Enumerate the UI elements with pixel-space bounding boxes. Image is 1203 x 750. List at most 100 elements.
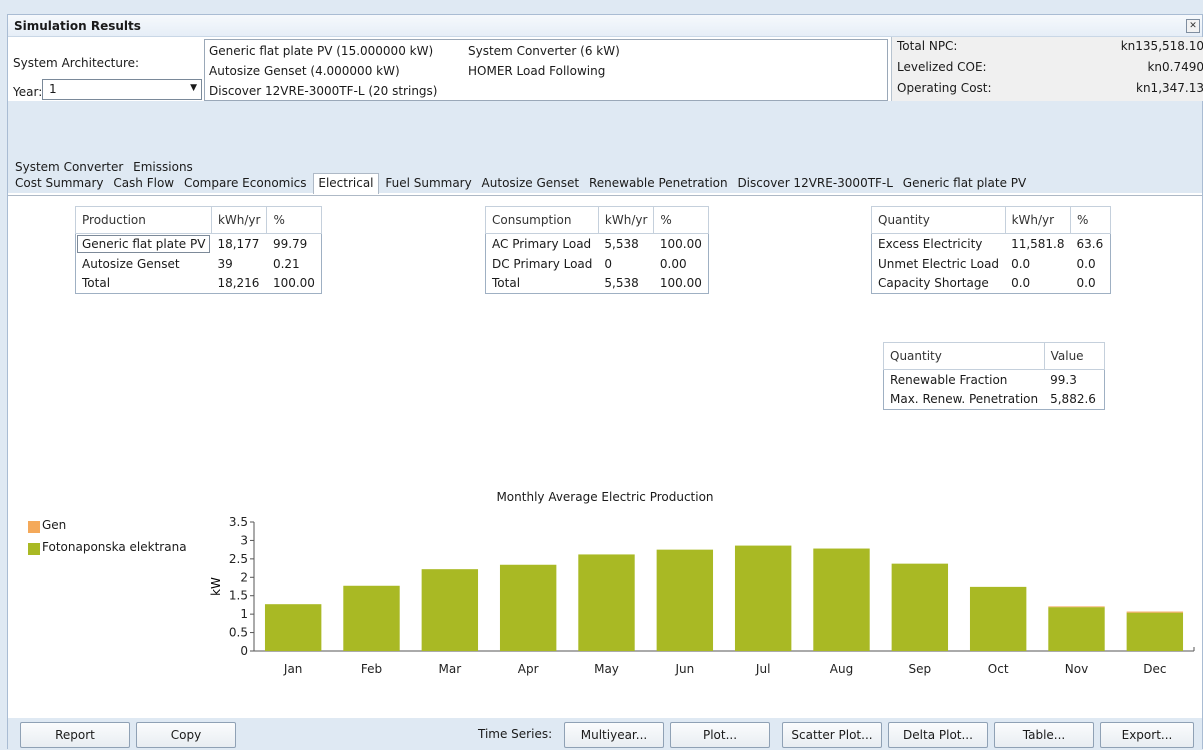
table-cell[interactable]: Excess Electricity <box>872 234 1006 254</box>
tab-cash-flow[interactable]: Cash Flow <box>110 173 177 193</box>
tab-electrical[interactable]: Electrical <box>313 173 379 194</box>
table-row[interactable]: Total 5,538 100.00 <box>486 274 709 294</box>
table-cell[interactable]: 18,216 <box>211 274 267 294</box>
tab-generic-pv[interactable]: Generic flat plate PV <box>900 173 1029 193</box>
plot-button[interactable]: Plot... <box>670 722 770 748</box>
table-cell[interactable]: Total <box>486 274 599 294</box>
y-tick-label: 3.5 <box>229 515 248 529</box>
table-row[interactable]: AC Primary Load 5,538 100.00 <box>486 234 709 254</box>
table-cell[interactable]: AC Primary Load <box>486 234 599 254</box>
close-icon[interactable]: ✕ <box>1186 19 1200 33</box>
bar-nov <box>1048 606 1105 608</box>
tab-cost-summary[interactable]: Cost Summary <box>12 173 106 193</box>
table-header-row: Production kWh/yr % <box>75 206 322 234</box>
table-cell[interactable]: 99.79 <box>267 234 322 254</box>
table-cell[interactable]: 99.3 <box>1044 370 1104 390</box>
bar-feb <box>343 585 400 651</box>
table-row[interactable]: DC Primary Load 0 0.00 <box>486 254 709 274</box>
column-header[interactable]: kWh/yr <box>597 206 655 234</box>
tab-autosize-genset[interactable]: Autosize Genset <box>479 173 583 193</box>
component-pv: Generic flat plate PV (15.000000 kW) <box>209 44 434 58</box>
table-cell[interactable]: 0.0 <box>1005 254 1070 274</box>
tab-compare-economics[interactable]: Compare Economics <box>181 173 310 193</box>
table-row[interactable]: Total 18,216 100.00 <box>76 274 322 294</box>
delta-plot-button[interactable]: Delta Plot... <box>888 722 988 748</box>
table-cell[interactable]: Unmet Electric Load <box>872 254 1006 274</box>
report-button[interactable]: Report <box>20 722 130 748</box>
stat-operating-cost: Operating Cost: kn1,347.13 <box>897 79 1203 99</box>
table-cell[interactable]: 5,538 <box>598 234 654 254</box>
export-button[interactable]: Export... <box>1100 722 1194 748</box>
scatter-plot-button[interactable]: Scatter Plot... <box>782 722 882 748</box>
stat-value: kn135,518.10 <box>1120 39 1203 53</box>
table-cell[interactable]: Autosize Genset <box>76 254 212 274</box>
bar-jan <box>264 604 322 651</box>
tab-discover-battery[interactable]: Discover 12VRE-3000TF-L <box>734 173 896 193</box>
bar-jun <box>656 549 714 651</box>
column-header[interactable]: % <box>1070 206 1111 234</box>
legend-swatch <box>28 543 40 555</box>
x-tick-label: Oct <box>988 662 1009 676</box>
column-header[interactable]: kWh/yr <box>210 206 268 234</box>
table-cell[interactable]: 5,882.6 <box>1044 390 1104 410</box>
column-header[interactable]: Quantity <box>883 342 1045 370</box>
table-cell[interactable]: 0.0 <box>1005 274 1070 294</box>
x-tick-label: Jun <box>674 662 694 676</box>
stat-total-npc: Total NPC: kn135,518.10 <box>897 37 1203 57</box>
table-cell[interactable]: 11,581.8 <box>1005 234 1070 254</box>
bar-oct <box>969 586 1027 651</box>
table-row[interactable]: Autosize Genset 39 0.21 <box>76 254 322 274</box>
column-header[interactable]: Production <box>75 206 212 234</box>
table-cell[interactable]: 100.00 <box>654 274 709 294</box>
chevron-down-icon: ▼ <box>190 83 197 93</box>
table-row[interactable]: Excess Electricity 11,581.8 63.6 <box>872 234 1111 254</box>
table-cell[interactable]: 0.0 <box>1071 254 1111 274</box>
copy-button[interactable]: Copy <box>136 722 236 748</box>
column-header[interactable]: Quantity <box>871 206 1006 234</box>
table-cell[interactable]: DC Primary Load <box>486 254 599 274</box>
electrical-content: Production kWh/yr % Generic flat plate P… <box>8 195 1202 718</box>
x-tick-label: Aug <box>830 662 853 676</box>
table-cell[interactable]: Capacity Shortage <box>872 274 1006 294</box>
table-cell[interactable]: Generic flat plate PV <box>76 234 212 254</box>
table-cell[interactable]: 39 <box>211 254 267 274</box>
table-cell[interactable]: 63.6 <box>1071 234 1111 254</box>
table-cell[interactable]: Max. Renew. Penetration <box>884 390 1045 410</box>
column-header[interactable]: kWh/yr <box>1004 206 1072 234</box>
table-cell[interactable]: 0 <box>598 254 654 274</box>
column-header[interactable]: % <box>653 206 709 234</box>
architecture-panel: System Architecture: Year: 1 ▼ Generic f… <box>8 37 1203 101</box>
table-row[interactable]: Max. Renew. Penetration 5,882.6 <box>884 390 1105 410</box>
table-row[interactable]: Unmet Electric Load 0.0 0.0 <box>872 254 1111 274</box>
table-cell[interactable]: Total <box>76 274 212 294</box>
bar-may <box>578 554 635 651</box>
year-select[interactable]: 1 ▼ <box>42 79 202 100</box>
bar-apr <box>499 564 557 651</box>
tab-fuel-summary[interactable]: Fuel Summary <box>382 173 474 193</box>
chart-title: Monthly Average Electric Production <box>496 490 714 504</box>
y-tick-label: 0 <box>240 644 248 658</box>
table-row[interactable]: Generic flat plate PV 18,177 99.79 <box>76 234 322 254</box>
column-header[interactable]: Value <box>1043 342 1105 370</box>
table-cell[interactable]: 100.00 <box>654 234 709 254</box>
stat-label: Total NPC: <box>897 39 958 53</box>
table-cell[interactable]: 5,538 <box>598 274 654 294</box>
column-header[interactable]: Consumption <box>485 206 599 234</box>
column-header[interactable]: % <box>266 206 322 234</box>
multiyear-button[interactable]: Multiyear... <box>564 722 664 748</box>
bar-mar <box>421 569 479 651</box>
table-cell[interactable]: 18,177 <box>211 234 267 254</box>
table-cell[interactable]: 0.21 <box>267 254 322 274</box>
x-tick-label: Apr <box>518 662 539 676</box>
table-row[interactable]: Renewable Fraction 99.3 <box>884 370 1105 390</box>
x-tick-label: Jan <box>283 662 303 676</box>
table-button[interactable]: Table... <box>994 722 1094 748</box>
table-cell[interactable]: Renewable Fraction <box>884 370 1045 390</box>
component-dispatch: HOMER Load Following <box>468 64 606 78</box>
window-title: Simulation Results <box>14 19 141 33</box>
table-cell[interactable]: 100.00 <box>267 274 322 294</box>
table-cell[interactable]: 0.00 <box>654 254 709 274</box>
table-cell[interactable]: 0.0 <box>1071 274 1111 294</box>
tab-renewable-penetration[interactable]: Renewable Penetration <box>586 173 731 193</box>
table-row[interactable]: Capacity Shortage 0.0 0.0 <box>872 274 1111 294</box>
